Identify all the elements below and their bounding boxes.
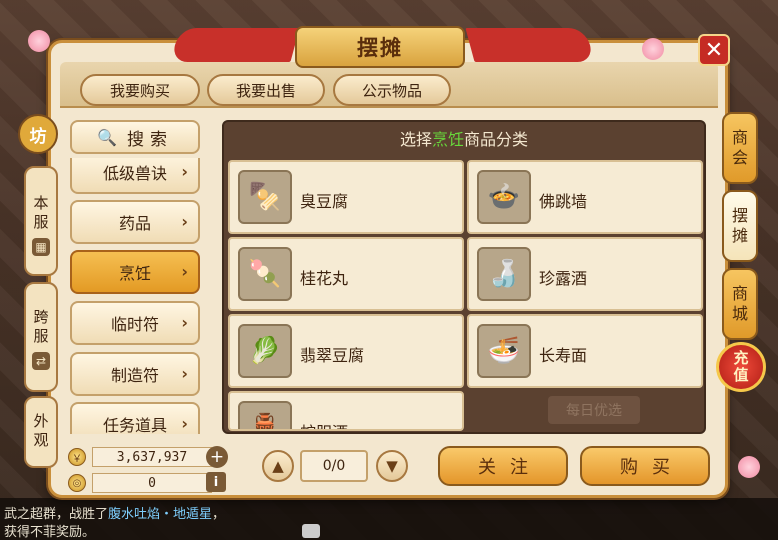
flower-decoration bbox=[738, 456, 760, 478]
chevron-down-icon: ▼ bbox=[386, 457, 398, 475]
food-icon: 🍶 bbox=[477, 247, 531, 301]
category-craft-talisman[interactable]: 制造符 › bbox=[70, 352, 200, 396]
chat-message-line1: 武之超群，战胜了腹水吐焰・地遁星， bbox=[4, 507, 226, 522]
gold-amount: 3,637,937 bbox=[92, 447, 212, 467]
item-longevity-noodles[interactable]: 🍜 长寿面 bbox=[467, 314, 703, 388]
grid-icon: ▦ bbox=[32, 238, 50, 256]
chevron-right-icon: › bbox=[181, 162, 188, 181]
daily-pick-button[interactable]: 每日优选 bbox=[548, 396, 640, 424]
silver-coin-icon: ◎ bbox=[68, 474, 86, 492]
tab-cross-server[interactable]: 跨服 ⇄ bbox=[24, 282, 58, 392]
gold-coin-icon: ￥ bbox=[68, 448, 86, 466]
item-jade-tofu[interactable]: 🥬 翡翠豆腐 bbox=[228, 314, 464, 388]
chevron-right-icon: › bbox=[181, 212, 188, 231]
category-list[interactable]: 低级兽诀 › 药品 › 烹饪 › 临时符 › 制造符 › 任务道具 › bbox=[68, 158, 202, 434]
food-icon: 🥬 bbox=[238, 324, 292, 378]
category-quest-items[interactable]: 任务道具 › bbox=[70, 402, 200, 434]
search-icon: 🔍 bbox=[97, 127, 117, 147]
flower-decoration bbox=[642, 38, 664, 60]
food-icon: 🍢 bbox=[238, 170, 292, 224]
page-down-button[interactable]: ▼ bbox=[376, 450, 408, 482]
chat-message-line2: 获得不菲奖励。 bbox=[4, 525, 96, 540]
category-low-beast-skill[interactable]: 低级兽诀 › bbox=[70, 158, 200, 194]
tab-mall[interactable]: 商城 bbox=[722, 268, 758, 340]
flower-decoration bbox=[28, 30, 50, 52]
food-icon: 🏺 bbox=[238, 401, 292, 429]
chevron-right-icon: › bbox=[181, 364, 188, 383]
ribbon-right-decoration bbox=[465, 28, 595, 62]
add-gold-button[interactable]: + bbox=[206, 446, 228, 468]
market-logo: 坊 bbox=[18, 114, 58, 154]
food-icon: 🍡 bbox=[238, 247, 292, 301]
item-snake-gall-wine[interactable]: 🏺 蛇胆酒 bbox=[228, 391, 464, 431]
chevron-right-icon: › bbox=[181, 262, 188, 281]
goods-header: 选择 烹饪 商品分类 bbox=[399, 130, 529, 149]
item-buddha-jumps-wall[interactable]: 🍲 佛跳墙 bbox=[467, 160, 703, 234]
tab-local-server[interactable]: 本服 ▦ bbox=[24, 166, 58, 276]
page-indicator: 0/0 bbox=[300, 450, 368, 482]
buy-button[interactable]: 购买 bbox=[580, 446, 710, 486]
tab-buy[interactable]: 我要购买 bbox=[80, 74, 200, 106]
item-osmanthus-ball[interactable]: 🍡 桂花丸 bbox=[228, 237, 464, 311]
info-button[interactable]: i bbox=[206, 472, 226, 492]
food-icon: 🍲 bbox=[477, 170, 531, 224]
category-medicine[interactable]: 药品 › bbox=[70, 200, 200, 244]
tab-appearance[interactable]: 外观 bbox=[24, 396, 58, 468]
search-button[interactable]: 🔍 搜索 bbox=[70, 120, 200, 154]
chevron-right-icon: › bbox=[181, 414, 188, 433]
follow-button[interactable]: 关注 bbox=[438, 446, 568, 486]
silver-row: ◎ 0 bbox=[68, 472, 228, 494]
swap-icon: ⇄ bbox=[32, 352, 50, 370]
tab-guild-shop[interactable]: 商会 bbox=[722, 112, 758, 184]
recharge-button[interactable]: 充值 bbox=[716, 342, 766, 392]
chevron-right-icon: › bbox=[181, 313, 188, 332]
window-title: 摆摊 bbox=[295, 26, 465, 68]
camera-icon[interactable] bbox=[302, 524, 320, 538]
item-stinky-tofu[interactable]: 🍢 臭豆腐 bbox=[228, 160, 464, 234]
close-button[interactable]: ✕ bbox=[698, 34, 730, 66]
item-pearl-dew-wine[interactable]: 🍶 珍露酒 bbox=[467, 237, 703, 311]
ribbon-left-decoration bbox=[170, 28, 300, 62]
tab-stall[interactable]: 摆摊 bbox=[722, 190, 758, 262]
category-temp-talisman[interactable]: 临时符 › bbox=[70, 301, 200, 345]
page-up-button[interactable]: ▲ bbox=[262, 450, 294, 482]
silver-amount: 0 bbox=[92, 473, 212, 493]
category-cooking[interactable]: 烹饪 › bbox=[70, 250, 200, 294]
gold-row: ￥ 3,637,937 bbox=[68, 446, 228, 468]
food-icon: 🍜 bbox=[477, 324, 531, 378]
chevron-up-icon: ▲ bbox=[272, 457, 284, 475]
tab-public-items[interactable]: 公示物品 bbox=[333, 74, 451, 106]
tab-sell[interactable]: 我要出售 bbox=[207, 74, 325, 106]
